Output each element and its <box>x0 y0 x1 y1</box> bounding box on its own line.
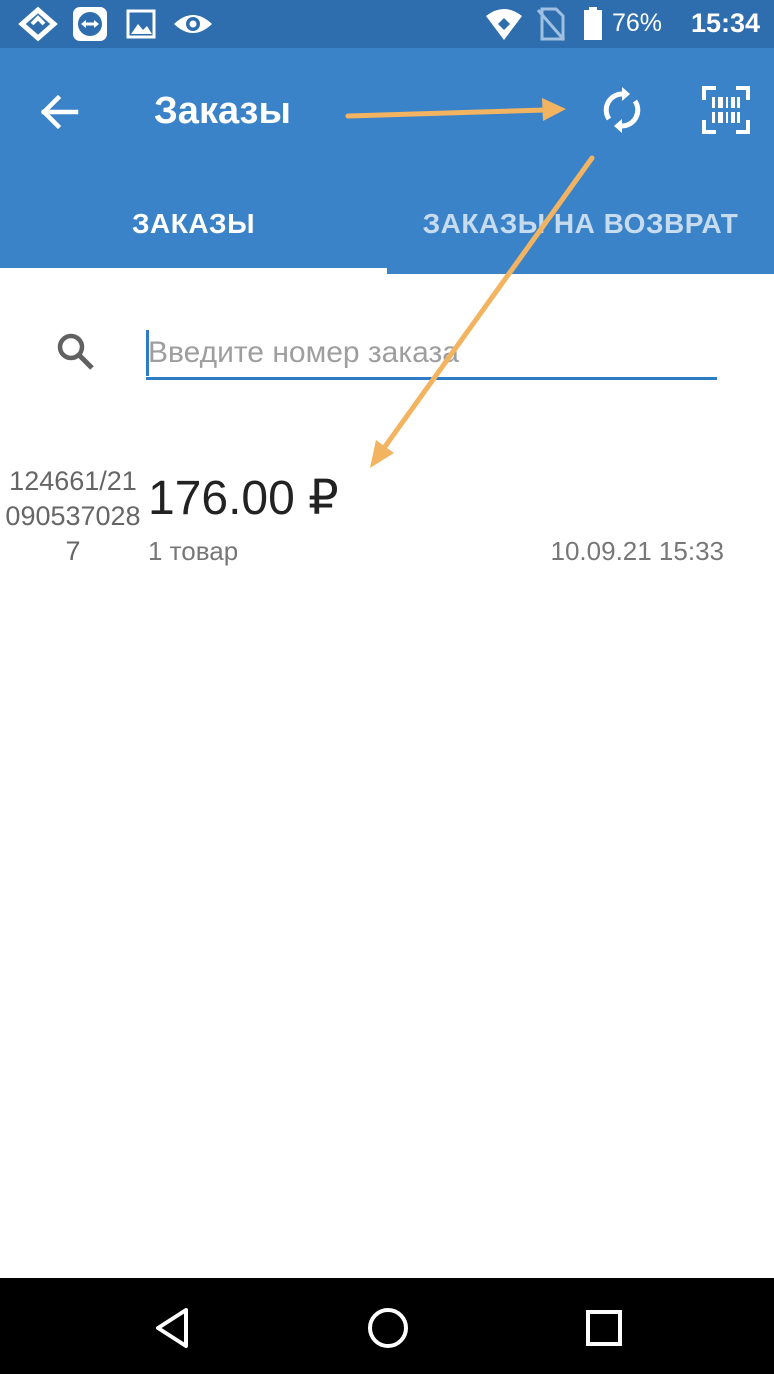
order-date: 10.09.21 15:33 <box>550 536 725 566</box>
no-sim-icon <box>536 7 566 41</box>
order-items-count: 1 товар <box>148 536 239 566</box>
app-bar: Заказы <box>0 48 774 174</box>
nav-home-icon[interactable] <box>366 1306 410 1350</box>
system-navigation-bar <box>0 1278 774 1374</box>
battery-icon <box>584 7 602 40</box>
battery-percent: 76% <box>611 9 662 37</box>
back-arrow-icon[interactable] <box>36 88 84 136</box>
sync-icon[interactable] <box>596 84 648 136</box>
text-caret <box>146 330 149 376</box>
barcode-scan-icon[interactable] <box>700 84 752 136</box>
order-amount: 176.00 ₽ <box>148 472 339 525</box>
search-row <box>0 300 774 390</box>
search-icon <box>57 333 94 370</box>
order-number: 124661/210905370287 <box>5 466 141 566</box>
image-icon <box>126 9 156 39</box>
page-title: Заказы <box>154 90 291 132</box>
status-bar: 76% 15:34 <box>0 0 774 48</box>
tab-return-orders[interactable]: ЗАКАЗЫ НА ВОЗВРАТ <box>387 174 774 274</box>
nav-recents-icon[interactable] <box>582 1306 626 1350</box>
location-diamond-icon <box>18 6 58 42</box>
order-number-search-input[interactable] <box>146 328 717 380</box>
tab-orders[interactable]: ЗАКАЗЫ <box>0 174 387 274</box>
tab-selected-indicator <box>0 268 387 274</box>
tab-bar: ЗАКАЗЫ ЗАКАЗЫ НА ВОЗВРАТ <box>0 174 774 274</box>
teamviewer-icon <box>73 7 107 41</box>
status-clock: 15:34 <box>690 8 760 38</box>
order-list-item[interactable]: 124661/210905370287 176.00 ₽ 1 товар 10.… <box>0 456 774 586</box>
eye-icon <box>174 15 212 33</box>
wifi-icon <box>486 9 522 40</box>
nav-back-icon[interactable] <box>150 1306 194 1350</box>
